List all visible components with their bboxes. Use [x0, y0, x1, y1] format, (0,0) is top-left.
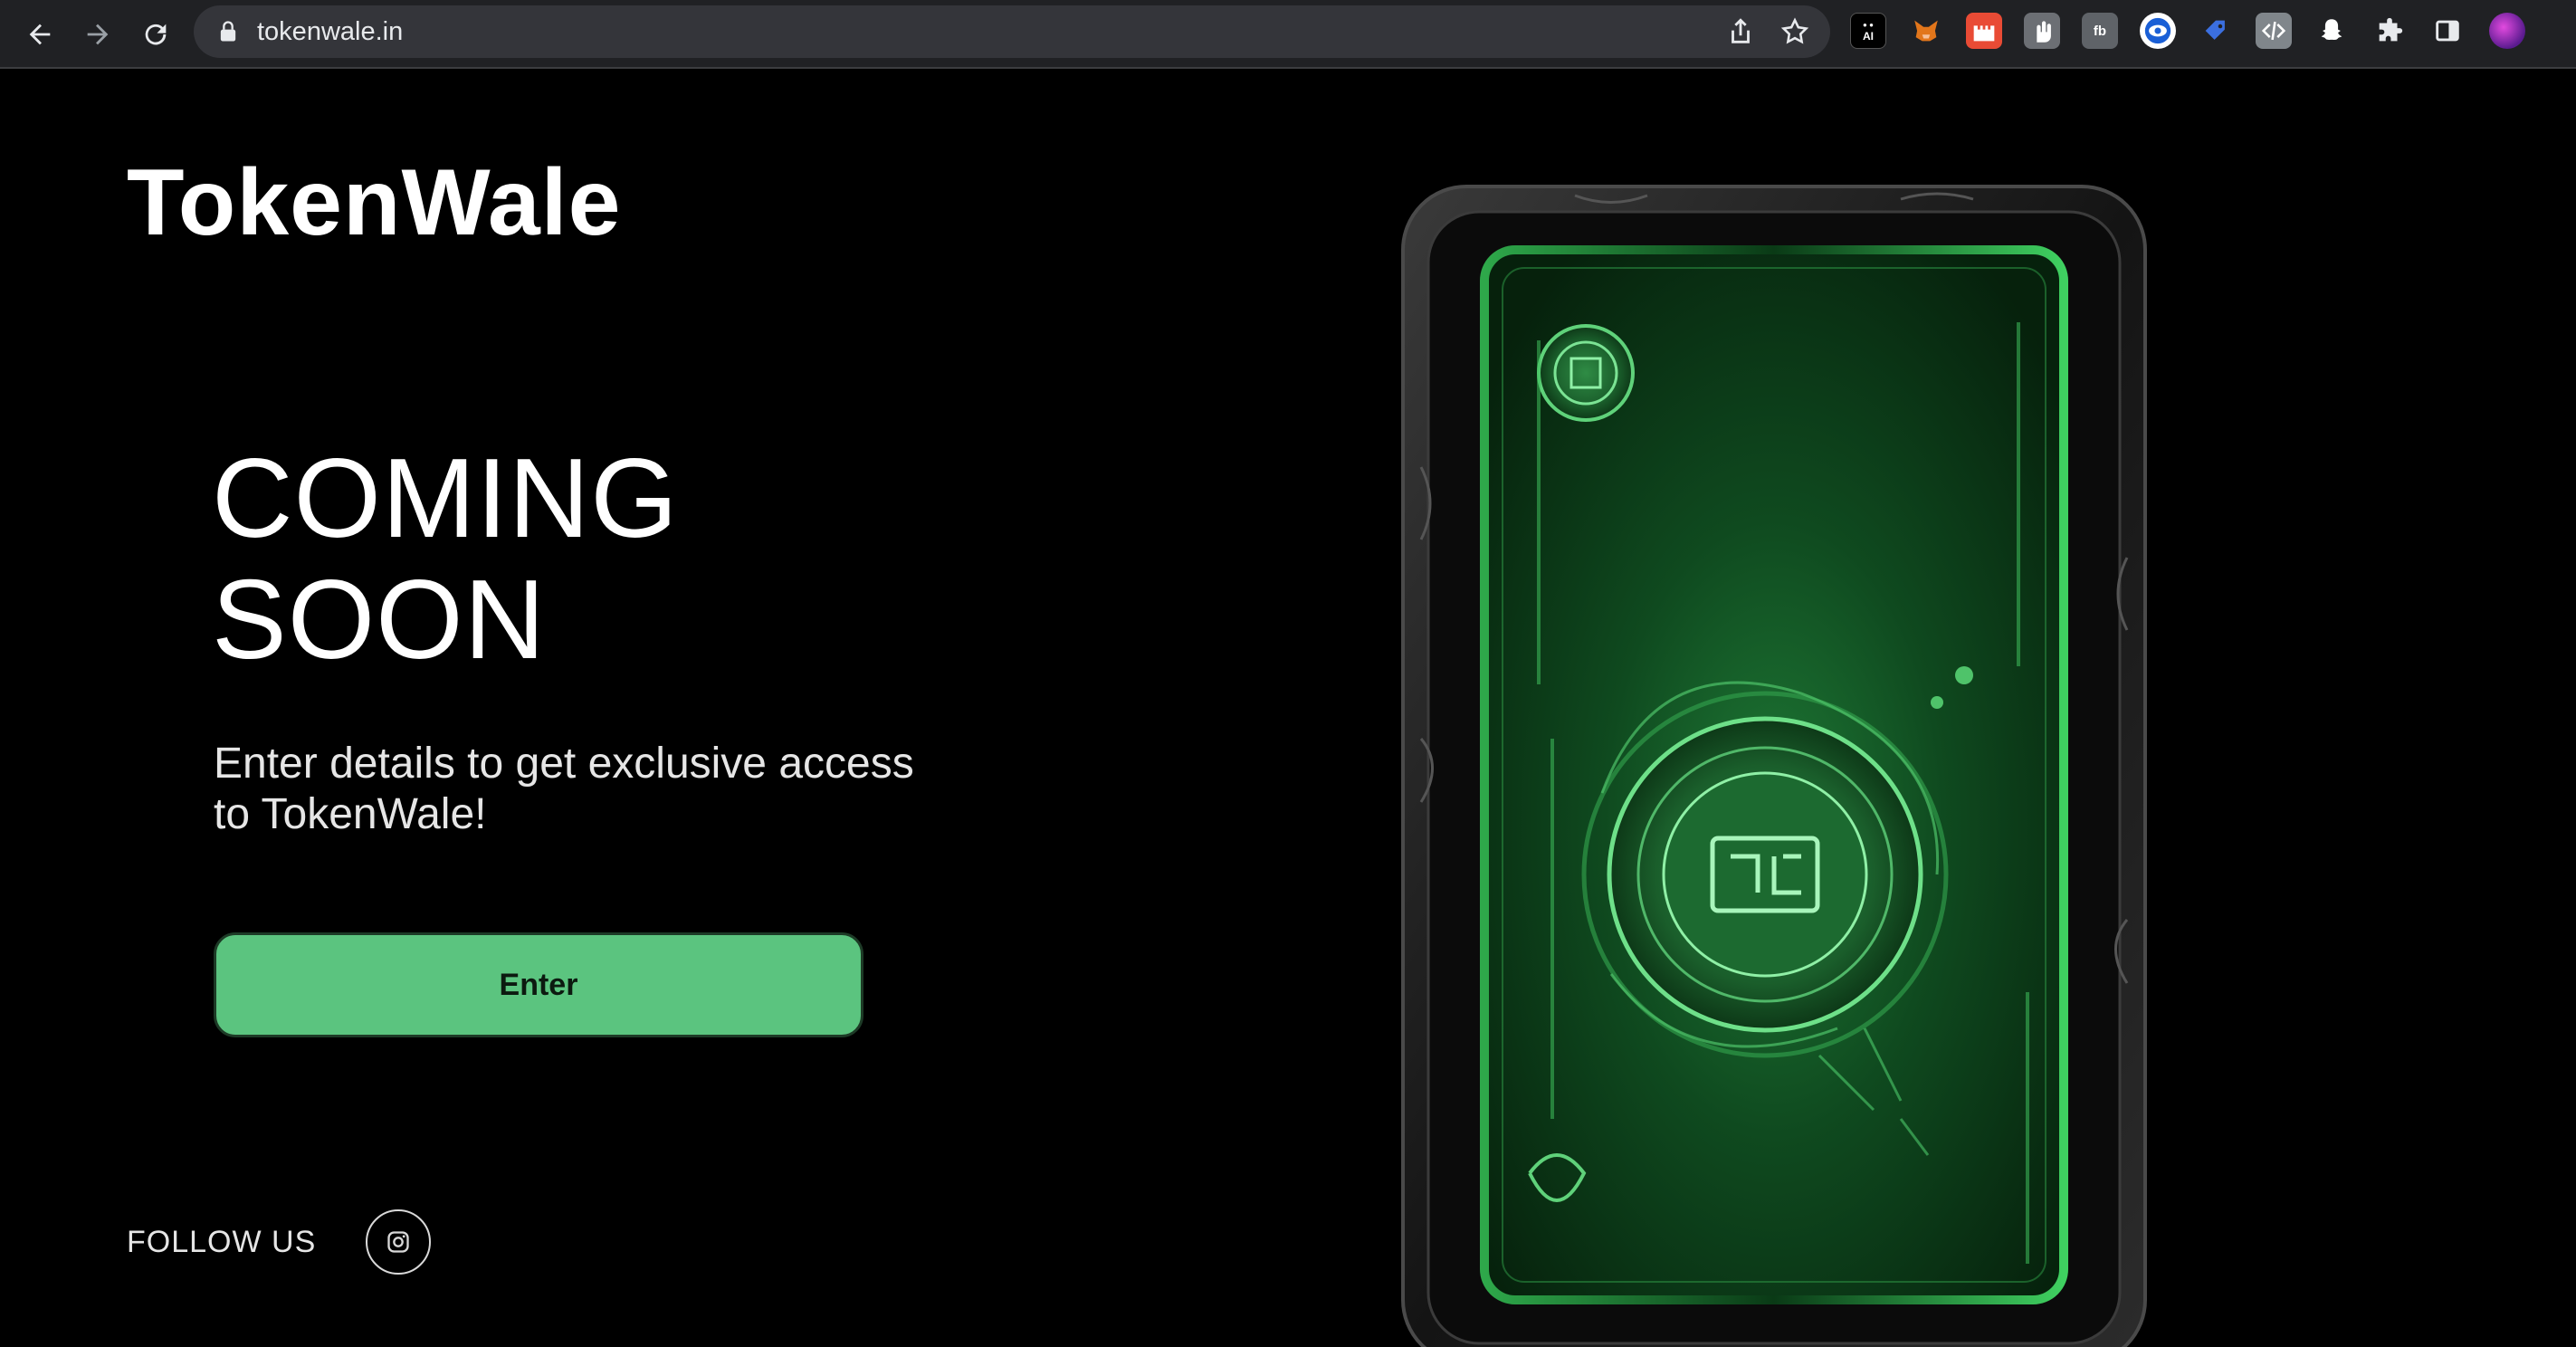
headline-line-2: SOON	[212, 558, 547, 683]
enter-button[interactable]: Enter	[214, 932, 863, 1037]
forward-button[interactable]	[76, 13, 119, 56]
metamask-fox-extension[interactable]	[1908, 13, 1944, 49]
castle-icon	[1973, 25, 1995, 42]
code-icon	[2261, 21, 2286, 41]
back-button[interactable]	[18, 13, 62, 56]
profile-avatar[interactable]	[2489, 13, 2525, 49]
ghost-icon	[2321, 19, 2342, 40]
fb-extension[interactable]: fb	[2082, 13, 2118, 49]
instagram-icon	[387, 1231, 409, 1253]
site-logo[interactable]: TokenWale	[127, 148, 621, 257]
fox-icon	[1914, 20, 1938, 42]
side-panel-glyph-icon	[2436, 20, 2459, 42]
green-token-phone-illustration	[1401, 185, 2147, 1347]
tag-extension[interactable]	[2198, 13, 2234, 49]
puzzle-extensions-icon[interactable]	[2371, 13, 2408, 49]
tag-icon	[2205, 20, 2225, 40]
puzzle-icon	[2379, 17, 2403, 42]
hand-extension[interactable]	[2024, 13, 2060, 49]
reload-button[interactable]	[134, 13, 177, 56]
address-bar[interactable]: tokenwale.in	[194, 5, 1830, 58]
instagram-link[interactable]	[366, 1209, 431, 1275]
bookmark-star-icon[interactable]	[1779, 16, 1810, 47]
back-arrow-icon	[29, 24, 51, 45]
page-title: COMING SOON	[212, 438, 679, 681]
snapchat-extension[interactable]	[2314, 13, 2350, 49]
reload-icon	[145, 24, 167, 45]
forward-arrow-icon	[87, 24, 109, 45]
headline-line-1: COMING	[212, 436, 679, 561]
browser-toolbar: tokenwale.in ● ● AI fb	[0, 0, 2576, 69]
hand-icon	[2037, 21, 2051, 43]
eye-icon	[2144, 17, 2171, 44]
lock-icon	[220, 21, 236, 42]
subtitle-text: Enter details to get exclusive access to…	[214, 740, 914, 838]
eye-extension[interactable]	[2140, 13, 2176, 49]
ai-tool-extension[interactable]: ● ● AI	[1850, 13, 1886, 49]
share-icon[interactable]	[1725, 16, 1756, 47]
landing-page: TokenWale COMING SOON Enter details to g…	[0, 69, 2576, 1347]
follow-us-label: FOLLOW US	[127, 1225, 317, 1259]
side-panel-icon[interactable]	[2429, 13, 2466, 49]
castle-extension[interactable]	[1966, 13, 2002, 49]
code-extension[interactable]	[2256, 13, 2292, 49]
url-text: tokenwale.in	[257, 17, 404, 46]
hero-image	[1394, 105, 2172, 1347]
